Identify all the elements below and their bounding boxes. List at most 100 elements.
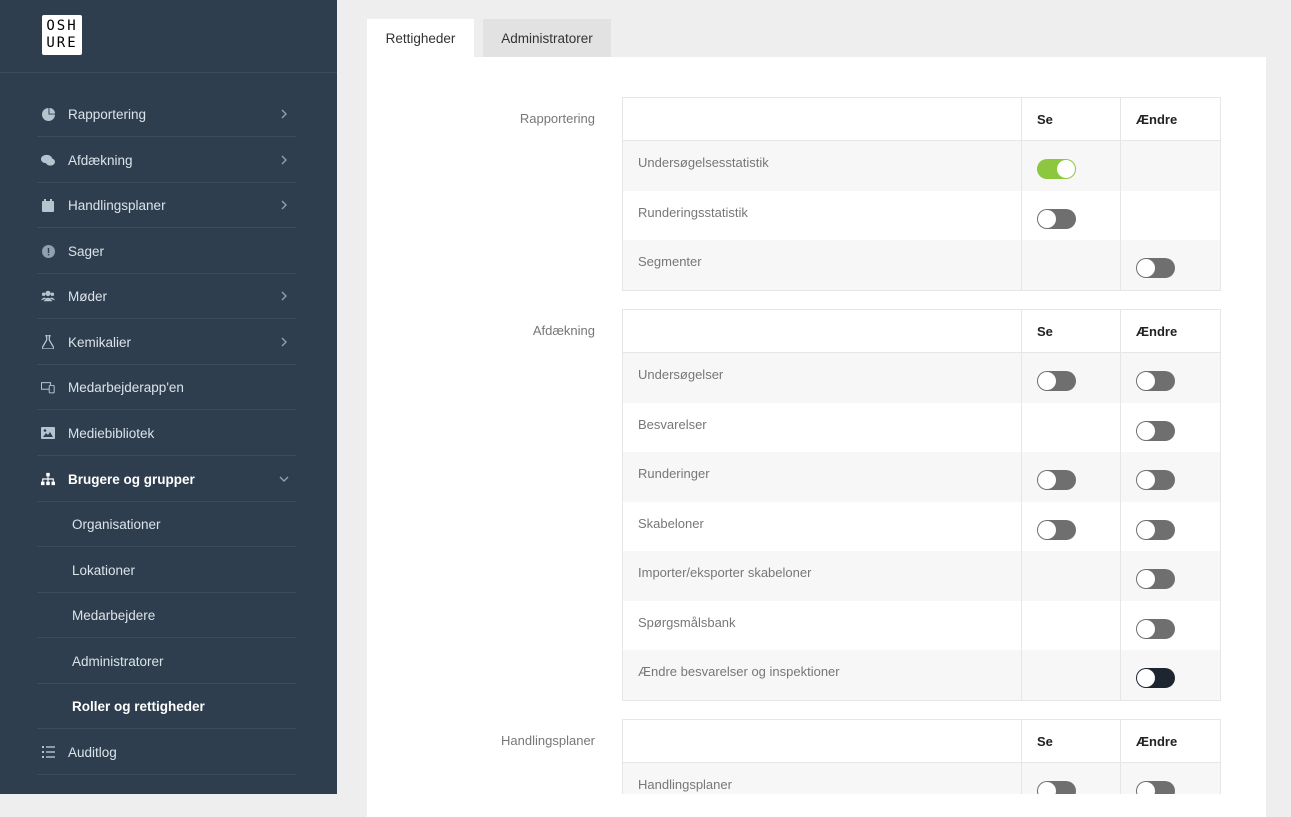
edit-cell (1120, 141, 1220, 191)
edit-toggle[interactable] (1136, 668, 1175, 688)
sidebar-item-brugere-og-grupper[interactable]: Brugere og grupper (37, 457, 296, 502)
permission-name: Runderinger (638, 466, 710, 481)
sidebar-item-label: Handlingsplaner (68, 197, 166, 213)
users-icon (41, 289, 55, 303)
edit-toggle[interactable] (1136, 519, 1175, 540)
view-toggle[interactable] (1037, 781, 1076, 794)
table-row: Segmenter (623, 240, 1220, 290)
edit-cell (1120, 763, 1220, 794)
edit-cell (1120, 452, 1220, 502)
view-cell (1021, 650, 1121, 700)
permissions-table-handlingsplaner: Se Ændre Handlingsplaner (622, 719, 1221, 794)
sidebar-subitem-label: Medarbejdere (72, 607, 156, 623)
sidebar-item-label: Rapportering (68, 106, 147, 122)
table-header: Se Ændre (623, 98, 1220, 141)
flask-icon (41, 335, 55, 349)
table-row: Handlingsplaner (623, 763, 1220, 794)
column-header-aendre: Ændre (1120, 98, 1220, 140)
view-cell (1021, 353, 1121, 403)
sidebar-subitem-roller-og-rettigheder[interactable]: Roller og rettigheder (37, 684, 296, 729)
edit-cell (1120, 402, 1220, 452)
edit-cell (1120, 551, 1220, 601)
sidebar-subitem-organisationer[interactable]: Organisationer (37, 502, 296, 547)
logo-line-1: OSH (46, 18, 78, 34)
permission-name: Ændre besvarelser og inspektioner (638, 664, 840, 679)
table-row: Undersøgelsesstatistik (623, 141, 1220, 191)
sidebar-subitem-medarbejdere[interactable]: Medarbejdere (37, 593, 296, 638)
view-cell (1021, 141, 1121, 191)
permission-name: Undersøgelsesstatistik (638, 155, 769, 170)
sidebar-item-label: Medarbejderapp'en (68, 379, 184, 395)
sidebar-item-label: Afdækning (68, 152, 133, 168)
image-icon (41, 426, 55, 440)
edit-toggle[interactable] (1136, 371, 1175, 391)
permission-name: Undersøgelser (638, 367, 724, 382)
edit-cell (1120, 501, 1220, 551)
edit-toggle[interactable] (1136, 569, 1175, 589)
view-toggle[interactable] (1037, 371, 1076, 391)
sidebar-item-label: Mediebibliotek (68, 425, 155, 441)
view-toggle[interactable] (1037, 519, 1076, 540)
table-header: Se Ændre (623, 720, 1220, 763)
permission-name: Skabeloner (638, 515, 704, 531)
permission-name: Besvarelser (638, 416, 707, 432)
alert-icon (41, 244, 55, 258)
sidebar-item-afdaekning[interactable]: Afdækning (37, 138, 296, 183)
sidebar-item-kemikalier[interactable]: Kemikalier (37, 320, 296, 365)
edit-toggle[interactable] (1136, 618, 1175, 639)
view-cell (1021, 240, 1121, 290)
view-cell (1021, 600, 1121, 650)
permission-name: Runderingsstatistik (638, 204, 748, 220)
permission-name: Spørgsmålsbank (638, 614, 736, 630)
edit-toggle[interactable] (1136, 470, 1175, 490)
edit-toggle[interactable] (1136, 781, 1175, 794)
column-header-se: Se (1021, 720, 1121, 762)
oshure-logo[interactable]: OSH URE (42, 15, 82, 55)
table-row: Ændre besvarelser og inspektioner (623, 650, 1220, 700)
permissions-table-rapportering: Se Ændre Undersøgelsesstatistik Runderin… (622, 97, 1221, 291)
chevron-right-icon (276, 291, 292, 301)
sidebar-subitem-label: Organisationer (72, 516, 161, 532)
sidebar-subitem-lokationer[interactable]: Lokationer (37, 548, 296, 593)
sidebar-item-medarbejderapp[interactable]: Medarbejderapp'en (37, 365, 296, 410)
permission-name: Importer/eksporter skabeloner (638, 565, 812, 580)
sidebar-item-label: Kemikalier (68, 334, 132, 350)
edit-toggle[interactable] (1136, 258, 1175, 278)
sidebar-item-mediebibliotek[interactable]: Mediebibliotek (37, 411, 296, 456)
sidebar-item-moder[interactable]: Møder (37, 274, 296, 319)
sidebar-subitem-label: Administratorer (72, 653, 164, 669)
view-toggle[interactable] (1037, 208, 1076, 229)
edit-cell (1120, 240, 1220, 290)
permission-name: Handlingsplaner (638, 777, 732, 792)
sidebar-item-label: Sager (68, 243, 105, 259)
sidebar-item-rapportering[interactable]: Rapportering (37, 92, 296, 137)
sidebar-item-sager[interactable]: Sager (37, 229, 296, 274)
view-cell (1021, 452, 1121, 502)
sidebar-item-handlingsplaner[interactable]: Handlingsplaner (37, 183, 296, 228)
view-cell (1021, 190, 1121, 240)
table-row: Besvarelser (623, 402, 1220, 452)
sidebar-subitem-label: Lokationer (72, 562, 136, 578)
table-row: Runderinger (623, 452, 1220, 502)
section-label-handlingsplaner: Handlingsplaner (501, 733, 595, 748)
pie-chart-icon (41, 107, 55, 121)
edit-cell (1120, 190, 1220, 240)
view-toggle[interactable] (1037, 159, 1076, 179)
edit-cell (1120, 650, 1220, 700)
table-row: Spørgsmålsbank (623, 600, 1220, 650)
tab-administratorer[interactable]: Administratorer (483, 19, 611, 57)
devices-icon (41, 380, 55, 394)
sidebar-item-label: Møder (68, 288, 108, 304)
view-toggle[interactable] (1037, 470, 1076, 490)
sidebar-item-auditlog[interactable]: Auditlog (37, 730, 296, 775)
chevron-right-icon (276, 109, 292, 119)
sidebar-subitem-administratorer[interactable]: Administratorer (37, 639, 296, 684)
edit-toggle[interactable] (1136, 420, 1175, 441)
column-header-se: Se (1021, 310, 1121, 352)
sidebar: OSH URE Rapportering Afdækning Handlings… (0, 0, 337, 794)
tab-rettigheder[interactable]: Rettigheder (367, 19, 474, 57)
edit-cell (1120, 600, 1220, 650)
column-header-aendre: Ændre (1120, 310, 1220, 352)
sidebar-item-label: Auditlog (68, 744, 117, 760)
chevron-down-icon (276, 476, 292, 483)
